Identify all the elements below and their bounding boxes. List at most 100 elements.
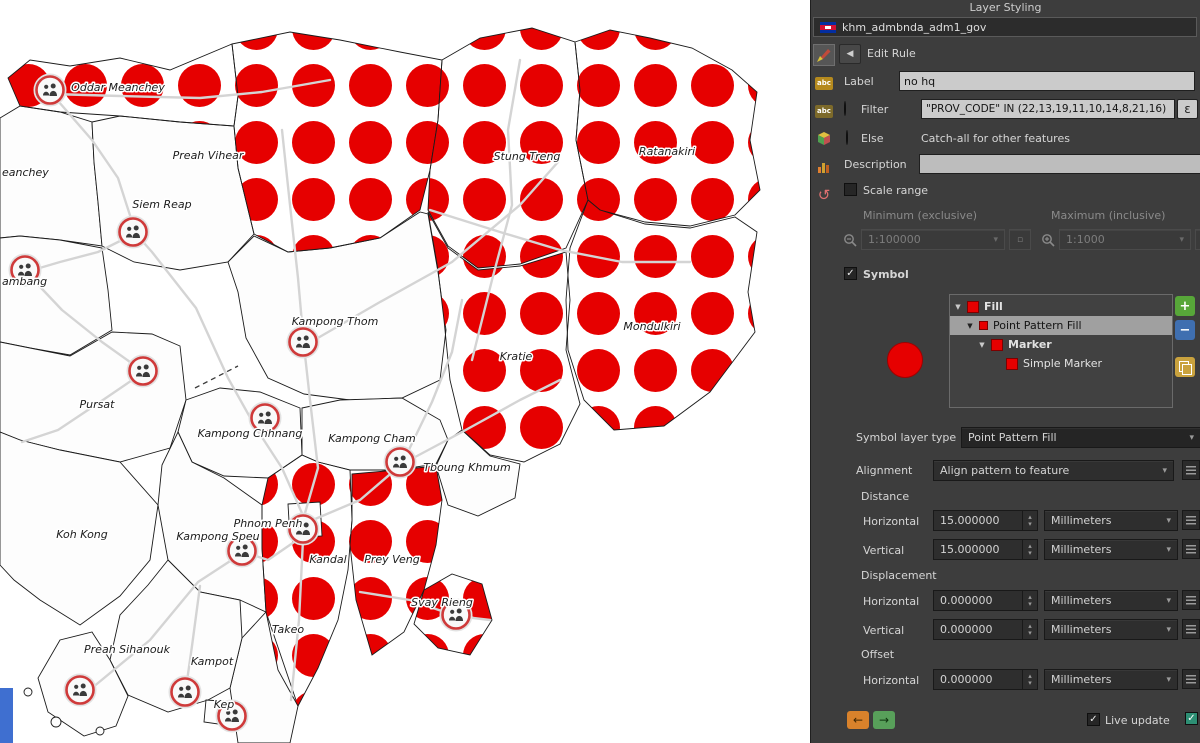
description-input[interactable] bbox=[919, 154, 1200, 174]
duplicate-symbol-layer-button[interactable] bbox=[1175, 357, 1195, 377]
undo-button[interactable]: ← bbox=[847, 711, 869, 729]
scale-range-checkbox[interactable] bbox=[844, 183, 857, 196]
island[interactable] bbox=[51, 717, 61, 727]
data-defined-override-button[interactable] bbox=[1182, 539, 1200, 559]
alignment-value: Align pattern to feature bbox=[940, 464, 1069, 477]
spin-buttons[interactable]: ▴▾ bbox=[1022, 511, 1037, 530]
province-mondulkiri[interactable] bbox=[566, 200, 757, 430]
symbol-checkbox[interactable]: ✓ bbox=[844, 267, 857, 280]
symbol-layer-type-combo[interactable]: Point Pattern Fill ▾ bbox=[961, 427, 1200, 448]
spin-buttons[interactable]: ▴▾ bbox=[1022, 540, 1037, 559]
back-button[interactable]: ◀ bbox=[839, 44, 861, 64]
filter-radio[interactable] bbox=[844, 101, 846, 116]
redo-button[interactable]: → bbox=[873, 711, 895, 729]
map-canvas[interactable]: Oddar MeancheyeancheyPreah VihearSiem Re… bbox=[0, 0, 810, 743]
province-hq-marker[interactable] bbox=[170, 677, 200, 707]
tree-item-label: Marker bbox=[1008, 338, 1052, 351]
offset-horizontal-spinbox[interactable]: 0.000000 ▴▾ bbox=[933, 669, 1038, 690]
chevron-down-icon: ▾ bbox=[1173, 235, 1184, 245]
province-hq-marker[interactable] bbox=[385, 447, 415, 477]
tree-item-simple-marker[interactable]: Simple Marker bbox=[950, 354, 1172, 373]
description-label: Description bbox=[844, 158, 907, 171]
spin-buttons[interactable]: ▴▾ bbox=[1022, 670, 1037, 689]
province-hq-marker[interactable] bbox=[35, 75, 65, 105]
tab-callouts[interactable]: abc bbox=[813, 100, 835, 122]
province-ratanakiri[interactable] bbox=[575, 30, 760, 226]
province-hq-marker[interactable] bbox=[288, 327, 318, 357]
live-update-checkbox[interactable]: ✓ bbox=[1087, 713, 1100, 726]
fill-symbol-icon bbox=[967, 301, 979, 313]
data-defined-override-button[interactable] bbox=[1182, 669, 1200, 689]
displacement-horizontal-unit-combo[interactable]: Millimeters ▾ bbox=[1044, 590, 1178, 611]
data-defined-override-button[interactable] bbox=[1182, 460, 1200, 480]
spin-buttons[interactable]: ▴▾ bbox=[1022, 620, 1037, 639]
remove-symbol-layer-button[interactable]: − bbox=[1175, 320, 1195, 340]
province-siem-reap[interactable] bbox=[92, 116, 254, 270]
minimum-scale-value: 1:100000 bbox=[868, 233, 921, 246]
tree-item-fill[interactable]: ▼ Fill bbox=[950, 297, 1172, 316]
tab-3d-view[interactable] bbox=[813, 128, 835, 150]
symbol-preview bbox=[881, 336, 929, 384]
data-defined-override-button[interactable] bbox=[1182, 619, 1200, 639]
distance-vertical-unit-combo[interactable]: Millimeters ▾ bbox=[1044, 539, 1178, 560]
displacement-horizontal-spinbox[interactable]: 0.000000 ▴▾ bbox=[933, 590, 1038, 611]
tab-history[interactable]: ↺ bbox=[813, 184, 835, 206]
tree-item-point-pattern-fill[interactable]: ▼ Point Pattern Fill bbox=[950, 316, 1172, 335]
spin-down-icon[interactable]: ▾ bbox=[1028, 630, 1032, 637]
maximum-scale-combo[interactable]: 1:1000 ▾ bbox=[1059, 229, 1191, 250]
point-pattern-fill-icon bbox=[979, 321, 988, 330]
check-icon: ✓ bbox=[846, 269, 854, 279]
tab-labels[interactable]: abc bbox=[813, 72, 835, 94]
province-hq-marker[interactable] bbox=[118, 217, 148, 247]
layer-selector[interactable]: khm_admbnda_adm1_gov bbox=[813, 17, 1197, 37]
distance-vertical-spinbox[interactable]: 15.000000 ▴▾ bbox=[933, 539, 1038, 560]
spin-buttons[interactable]: ▴▾ bbox=[1022, 591, 1037, 610]
filter-expression-input[interactable]: "PROV_CODE" IN (22,13,19,11,10,14,8,21,1… bbox=[921, 99, 1175, 119]
tab-symbology[interactable] bbox=[813, 44, 835, 66]
symbol-label: Symbol bbox=[863, 268, 909, 281]
symbol-layer-tree[interactable]: ▼ Fill ▼ Point Pattern Fill ▼ Marker Sim… bbox=[949, 294, 1173, 408]
spin-down-icon[interactable]: ▾ bbox=[1028, 601, 1032, 608]
else-radio[interactable] bbox=[846, 130, 848, 145]
distance-horizontal-spinbox[interactable]: 15.000000 ▴▾ bbox=[933, 510, 1038, 531]
label-input[interactable]: no hq bbox=[899, 71, 1195, 91]
alignment-label: Alignment bbox=[856, 464, 912, 477]
simple-marker-icon bbox=[1006, 358, 1018, 370]
distance-horizontal-value: 15.000000 bbox=[940, 514, 1022, 527]
province-hq-marker[interactable] bbox=[128, 356, 158, 386]
offset-horizontal-unit-combo[interactable]: Millimeters ▾ bbox=[1044, 669, 1178, 690]
filter-expression-value: "PROV_CODE" IN (22,13,19,11,10,14,8,21,1… bbox=[926, 103, 1166, 115]
apply-checkbox[interactable]: ✓ bbox=[1185, 712, 1198, 725]
displacement-horizontal-value: 0.000000 bbox=[940, 594, 1022, 607]
distance-horizontal-unit-combo[interactable]: Millimeters ▾ bbox=[1044, 510, 1178, 531]
spin-down-icon[interactable]: ▾ bbox=[1028, 680, 1032, 687]
data-defined-override-button[interactable] bbox=[1182, 590, 1200, 610]
spin-down-icon[interactable]: ▾ bbox=[1028, 550, 1032, 557]
label-value: no hq bbox=[904, 75, 935, 88]
expand-icon[interactable]: ▼ bbox=[954, 303, 962, 311]
tab-diagrams[interactable] bbox=[813, 156, 835, 178]
expression-builder-button[interactable]: ε bbox=[1177, 99, 1198, 119]
chevron-down-icon: ▾ bbox=[1160, 675, 1171, 685]
data-defined-override-button[interactable] bbox=[1182, 510, 1200, 530]
displacement-section-label: Displacement bbox=[861, 569, 937, 582]
alignment-combo[interactable]: Align pattern to feature ▾ bbox=[933, 460, 1174, 481]
set-to-current-scale-button[interactable]: ▫ bbox=[1009, 229, 1031, 250]
province-label: Preah Vihear bbox=[173, 149, 245, 162]
expand-icon[interactable]: ▼ bbox=[978, 341, 986, 349]
island[interactable] bbox=[24, 688, 32, 696]
chevron-down-icon: ▾ bbox=[1160, 545, 1171, 555]
province-hq-marker[interactable] bbox=[65, 675, 95, 705]
add-symbol-layer-button[interactable]: + bbox=[1175, 296, 1195, 316]
menu-lines-icon bbox=[1186, 675, 1196, 684]
spin-down-icon[interactable]: ▾ bbox=[1028, 521, 1032, 528]
set-to-current-scale-button-2[interactable] bbox=[1195, 229, 1200, 250]
displacement-vertical-spinbox[interactable]: 0.000000 ▴▾ bbox=[933, 619, 1038, 640]
corner-artifact bbox=[0, 688, 13, 743]
map-svg[interactable]: Oddar MeancheyeancheyPreah VihearSiem Re… bbox=[0, 0, 810, 743]
displacement-vertical-unit-combo[interactable]: Millimeters ▾ bbox=[1044, 619, 1178, 640]
island[interactable] bbox=[96, 727, 104, 735]
minimum-scale-combo[interactable]: 1:100000 ▾ bbox=[861, 229, 1005, 250]
tree-item-marker[interactable]: ▼ Marker bbox=[950, 335, 1172, 354]
expand-icon[interactable]: ▼ bbox=[966, 322, 974, 330]
